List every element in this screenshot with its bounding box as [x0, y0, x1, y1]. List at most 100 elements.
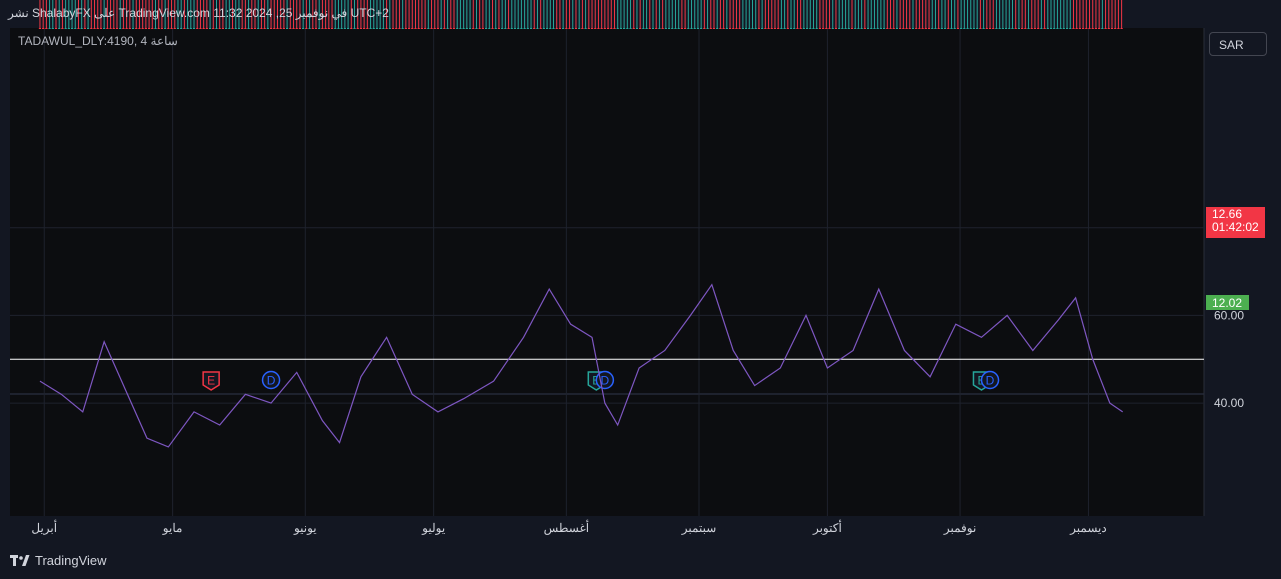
candle-bull	[388, 0, 391, 29]
symbol-label[interactable]: TADAWUL_DLY:4190, 4 ساعة	[18, 34, 178, 48]
candle-bear	[886, 0, 889, 29]
candle-body	[883, 28, 886, 29]
candle-bull	[838, 0, 841, 29]
candle-body	[87, 28, 90, 29]
candle-body	[825, 28, 828, 29]
candle-body	[594, 28, 597, 29]
candle-body	[578, 28, 581, 29]
candle-body	[632, 28, 635, 29]
candle-body	[1059, 28, 1062, 29]
footer-brand[interactable]: TradingView	[10, 553, 107, 568]
candle-bull	[485, 0, 488, 29]
candle-body	[985, 28, 988, 29]
candle-bull	[805, 0, 809, 29]
candle-body	[1056, 28, 1059, 29]
candle-bear	[587, 0, 590, 29]
candle-body	[918, 28, 921, 29]
candle-body	[388, 28, 391, 29]
currency-button[interactable]: SAR	[1209, 32, 1267, 56]
candle-body	[796, 28, 799, 29]
candle-bull	[690, 0, 693, 29]
candle-bull	[815, 0, 818, 29]
candle-body	[921, 28, 924, 29]
candle-bear	[449, 0, 452, 29]
candle-body	[931, 28, 934, 29]
candle-body	[103, 28, 106, 29]
candle-bull	[635, 0, 639, 29]
candle-body	[536, 28, 539, 29]
candle-bull	[629, 0, 632, 29]
candle-bull	[667, 0, 671, 29]
candle-bear	[574, 0, 578, 29]
candle-bull	[1053, 0, 1056, 29]
candle-bull	[976, 0, 979, 29]
candle-body	[501, 28, 504, 29]
candle-body	[905, 28, 908, 29]
candle-body	[1120, 28, 1123, 29]
candle-body	[895, 28, 899, 29]
candle-bear	[606, 0, 610, 29]
candle-bear	[1110, 0, 1114, 29]
candle-body	[465, 28, 468, 29]
candle-body	[677, 28, 680, 29]
candle-bull	[517, 0, 520, 29]
candle-body	[751, 28, 754, 29]
candle-body	[744, 28, 748, 29]
candle-body	[619, 28, 623, 29]
candle-body	[558, 28, 562, 29]
candle-body	[440, 28, 443, 29]
candle-bear	[497, 0, 501, 29]
candle-body	[192, 28, 196, 29]
candle-bear	[424, 0, 427, 29]
candle-bear	[709, 0, 712, 29]
candle-body	[180, 28, 183, 29]
candle-bull	[645, 0, 648, 29]
candle-bear	[992, 0, 995, 29]
candle-bear	[902, 0, 905, 29]
candle-body	[908, 28, 911, 29]
candle-bear	[770, 0, 773, 29]
candle-bear	[703, 0, 706, 29]
candle-body	[972, 28, 976, 29]
candle-body	[215, 28, 218, 29]
candle-bear	[565, 0, 568, 29]
candle-body	[629, 28, 632, 29]
candle-body	[1075, 28, 1078, 29]
candle-bear	[908, 0, 911, 29]
candle-bull	[854, 0, 857, 29]
last-price-tag: 12.66 01:42:02	[1206, 207, 1265, 238]
candle-bear	[985, 0, 988, 29]
candle-bull	[940, 0, 943, 29]
candle-body	[587, 28, 590, 29]
candle-body	[99, 28, 103, 29]
candle-body	[1021, 28, 1024, 29]
candle-bull	[578, 0, 581, 29]
candle-bull	[931, 0, 934, 29]
candle-body	[382, 28, 385, 29]
candle-body	[289, 28, 292, 29]
candle-bear	[1014, 0, 1017, 29]
candle-bull	[584, 0, 587, 29]
candle-body	[64, 28, 67, 29]
candle-body	[1027, 28, 1030, 29]
candle-body	[321, 28, 324, 29]
candle-bear	[937, 0, 940, 29]
candle-body	[138, 28, 141, 29]
candle-body	[401, 28, 404, 29]
candle-bull	[895, 0, 899, 29]
candle-bear	[899, 0, 902, 29]
chart-svg[interactable]: EDEDED11.5012.5013.0013.5040.0060.0080.0…	[0, 0, 1281, 579]
candle-bear	[443, 0, 446, 29]
candle-body	[404, 28, 407, 29]
candle-body	[488, 28, 491, 29]
candle-body	[1053, 28, 1056, 29]
candle-bear	[1120, 0, 1123, 29]
candle-body	[568, 28, 571, 29]
candle-bear	[1091, 0, 1094, 29]
candle-bull	[761, 0, 764, 29]
time-tick-label: نوفمبر	[943, 521, 976, 535]
candle-bear	[889, 0, 892, 29]
candle-body	[529, 28, 533, 29]
candle-body	[741, 28, 744, 29]
candle-bull	[510, 0, 513, 29]
